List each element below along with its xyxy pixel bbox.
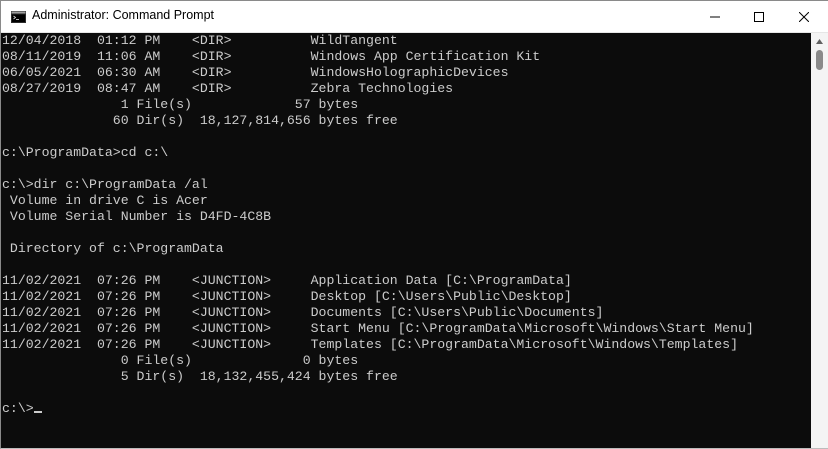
close-button[interactable]	[781, 1, 827, 32]
minimize-button[interactable]	[692, 1, 738, 32]
scroll-up-button[interactable]	[811, 33, 828, 50]
console-line: 60 Dir(s) 18,127,814,656 bytes free	[112, 113, 398, 128]
command-prompt[interactable]: c:\>	[2, 401, 34, 416]
console-line: 1 File(s) 57 bytes	[120, 97, 359, 112]
close-icon	[799, 11, 809, 22]
console-line: 0 File(s) 0 bytes	[120, 353, 359, 368]
console-line: Directory of c:\ProgramData	[9, 241, 224, 256]
console-line: 12/04/2018 01:12 PM <DIR> WildTangent	[2, 33, 398, 48]
console-output: 12/04/2018 01:12 PM <DIR> WildTangent 08…	[2, 33, 754, 417]
console-line: 11/02/2021 07:26 PM <JUNCTION> Documents…	[2, 305, 604, 320]
vertical-scrollbar[interactable]	[811, 33, 828, 448]
maximize-button[interactable]	[736, 1, 782, 32]
maximize-icon	[754, 11, 764, 22]
console-area[interactable]: 12/04/2018 01:12 PM <DIR> WildTangent 08…	[1, 33, 811, 448]
console-line: 06/05/2021 06:30 AM <DIR> WindowsHologra…	[2, 65, 509, 80]
console-line: Volume in drive C is Acer	[9, 193, 208, 208]
minimize-icon	[710, 16, 720, 17]
console-line: 11/02/2021 07:26 PM <JUNCTION> Desktop […	[2, 289, 572, 304]
cmd-icon[interactable]	[11, 10, 26, 23]
command-prompt-window: Administrator: Command Prompt 12/04/2018…	[0, 0, 828, 449]
scroll-up-arrow-icon	[816, 39, 823, 44]
console-line: 11/02/2021 07:26 PM <JUNCTION> Applicati…	[2, 273, 572, 288]
console-line: c:\>dir c:\ProgramData /al	[2, 177, 208, 192]
text-cursor	[33, 411, 42, 413]
console-line: 11/02/2021 07:26 PM <JUNCTION> Templates…	[2, 337, 738, 352]
console-lines: 12/04/2018 01:12 PM <DIR> WildTangent 08…	[2, 33, 754, 384]
console-line: 5 Dir(s) 18,132,455,424 bytes free	[120, 369, 398, 384]
title-bar[interactable]: Administrator: Command Prompt	[1, 1, 828, 33]
scrollbar-thumb[interactable]	[816, 50, 823, 70]
console-line: 11/02/2021 07:26 PM <JUNCTION> Start Men…	[2, 321, 754, 336]
console-line: 08/27/2019 08:47 AM <DIR> Zebra Technolo…	[2, 81, 454, 96]
console-line: 08/11/2019 11:06 AM <DIR> Windows App Ce…	[2, 49, 541, 64]
window-title: Administrator: Command Prompt	[32, 8, 215, 22]
console-line: c:\ProgramData>cd c:\	[2, 145, 169, 160]
console-line: Volume Serial Number is D4FD-4C8B	[9, 209, 272, 224]
